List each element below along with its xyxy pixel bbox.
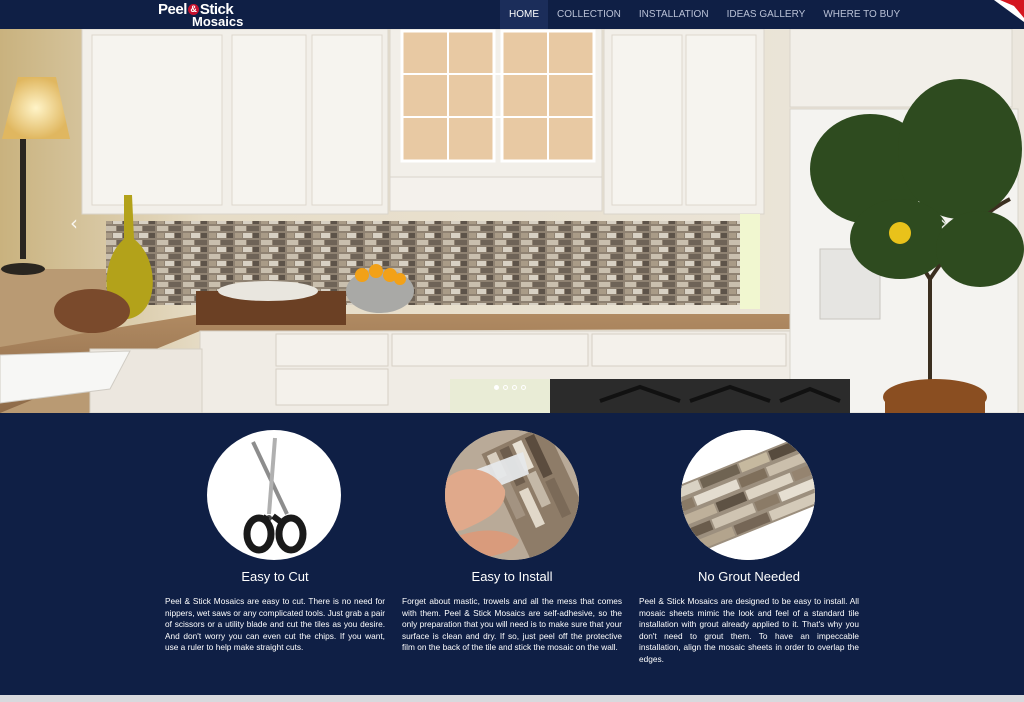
brand-logo[interactable]: Peel & Stick Mosaics — [158, 1, 243, 29]
slider-pagination — [494, 385, 526, 390]
mosaic-tile-image — [681, 430, 815, 560]
footer-divider — [0, 695, 1024, 702]
slider-next-arrow[interactable]: › — [940, 211, 948, 235]
hero-slider: ‹ › — [0, 29, 1024, 413]
nav-where-to-buy[interactable]: WHERE TO BUY — [814, 0, 909, 29]
kitchen-photo — [0, 29, 1024, 413]
feature-title: Easy to Cut — [241, 569, 309, 584]
feature-description: Peel & Stick Mosaics are designed to be … — [639, 596, 859, 664]
slider-dot[interactable] — [503, 385, 508, 390]
feature-description: Peel & Stick Mosaics are easy to cut. Th… — [165, 596, 385, 653]
feature-title: Easy to Install — [471, 569, 553, 584]
nav-installation[interactable]: INSTALLATION — [630, 0, 718, 29]
feature-description: Forget about mastic, trowels and all the… — [402, 596, 622, 653]
features-section: Easy to Cut Peel & Stick Mosaics are eas… — [0, 413, 1024, 695]
hands-installing-image — [445, 430, 579, 560]
scissors-image — [207, 430, 341, 560]
feature-title: No Grout Needed — [698, 569, 800, 584]
slider-dot[interactable] — [521, 385, 526, 390]
page-curl-icon[interactable] — [994, 0, 1024, 22]
slider-prev-arrow[interactable]: ‹ — [70, 211, 78, 235]
slider-dot[interactable] — [512, 385, 517, 390]
nav-ideas-gallery[interactable]: IDEAS GALLERY — [718, 0, 815, 29]
main-nav: HOME COLLECTION INSTALLATION IDEAS GALLE… — [500, 0, 909, 29]
nav-home[interactable]: HOME — [500, 0, 548, 29]
top-navigation-bar: Peel & Stick Mosaics HOME COLLECTION INSTA… — [0, 0, 1024, 29]
slider-dot[interactable] — [494, 385, 499, 390]
nav-collection[interactable]: COLLECTION — [548, 0, 630, 29]
